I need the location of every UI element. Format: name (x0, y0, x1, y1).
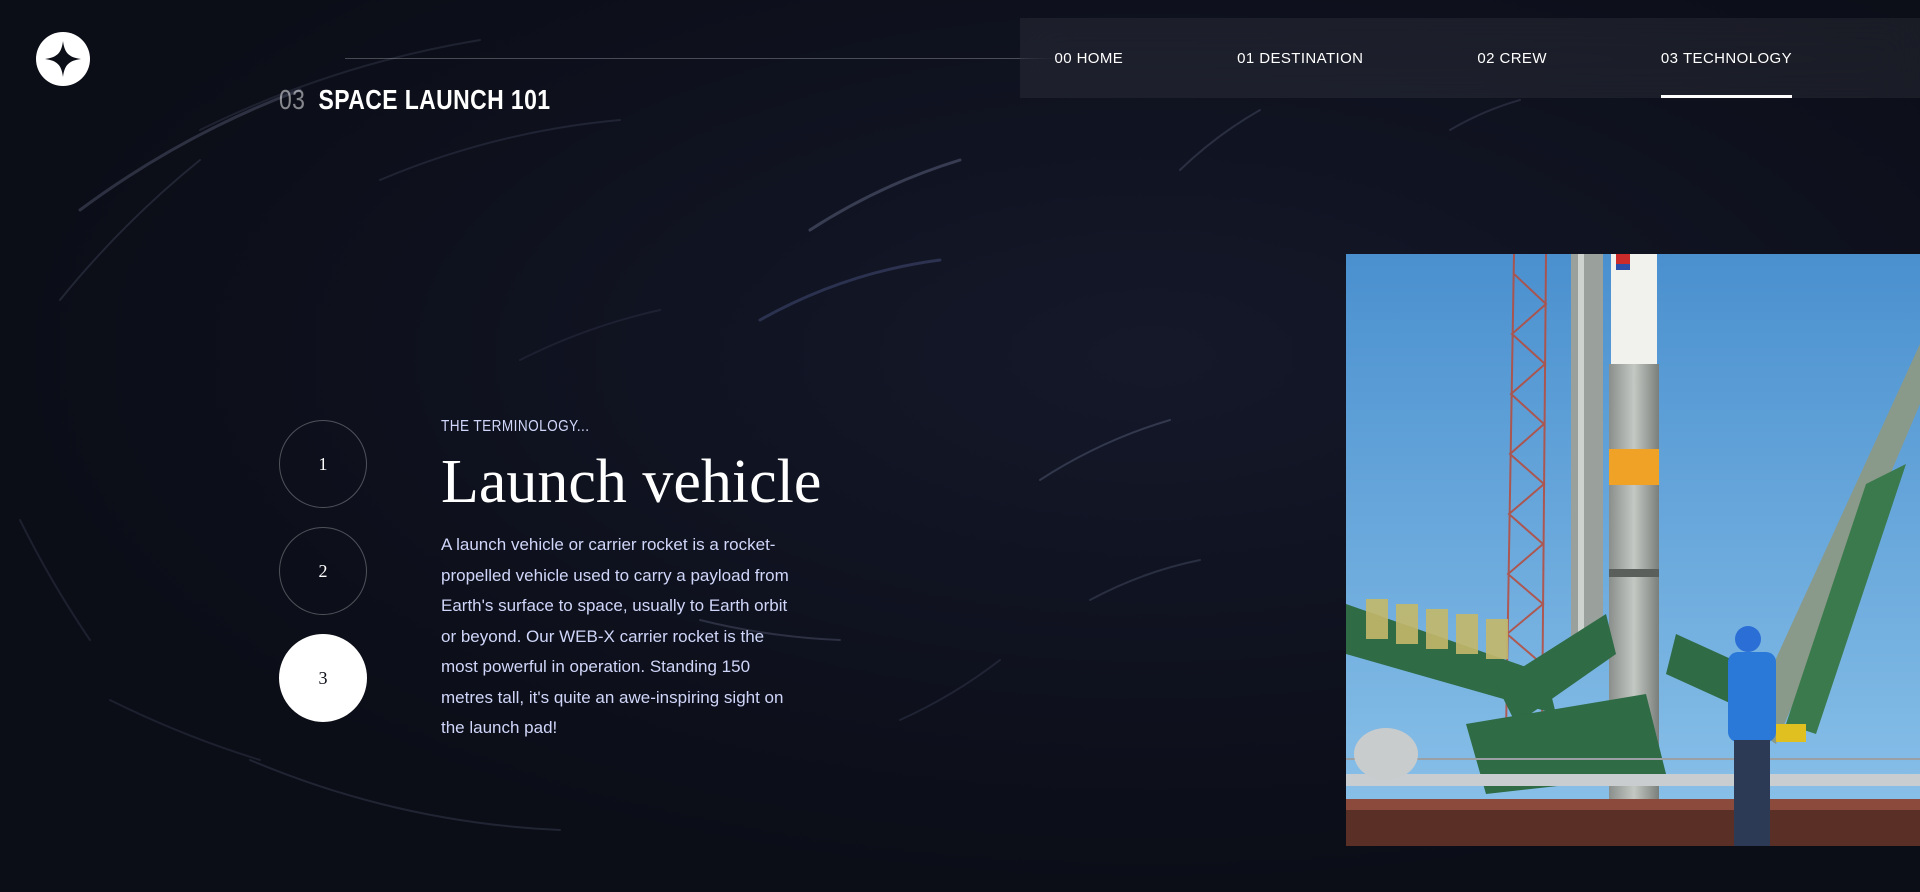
nav-item-number: 00 (1054, 49, 1072, 67)
nav-item-destination[interactable]: 01 DESTINATION (1237, 18, 1363, 98)
page-title: 03 SPACE LAUNCH 101 (279, 84, 550, 116)
technology-description: A launch vehicle or carrier rocket is a … (441, 535, 789, 738)
four-point-star-icon[interactable] (36, 32, 90, 86)
terminology-eyebrow: THE TERMINOLOGY... (441, 418, 590, 435)
main-nav: 00 HOME 01 DESTINATION 02 CREW 03 TECHNO… (1020, 18, 1920, 98)
nav-item-number: 01 (1237, 49, 1255, 67)
technology-content: THE TERMINOLOGY... Launch vehicle A laun… (441, 418, 822, 744)
technology-page: 00 HOME 01 DESTINATION 02 CREW 03 TECHNO… (0, 0, 1920, 892)
nav-item-technology[interactable]: 03 TECHNOLOGY (1660, 18, 1793, 98)
nav-item-label: CREW (1499, 49, 1547, 67)
technology-name: Launch vehicle (441, 448, 822, 516)
launch-vehicle-image (1346, 254, 1920, 846)
nav-item-number: 03 (1660, 49, 1679, 67)
nav-item-number: 02 (1477, 49, 1495, 67)
page-title-text: SPACE LAUNCH 101 (318, 84, 551, 115)
page-title-number: 03 (279, 84, 306, 115)
header-divider (345, 58, 1065, 59)
nav-item-label: HOME (1076, 49, 1124, 67)
pager-button-1[interactable]: 1 (279, 420, 367, 508)
pager-button-2[interactable]: 2 (279, 527, 367, 615)
nav-item-crew[interactable]: 02 CREW (1477, 18, 1547, 98)
nav-item-home[interactable]: 00 HOME (1054, 18, 1123, 98)
nav-item-label: TECHNOLOGY (1682, 49, 1792, 67)
technology-pager: 1 2 3 (279, 420, 367, 722)
pager-button-3[interactable]: 3 (279, 634, 367, 722)
nav-item-label: DESTINATION (1259, 49, 1364, 67)
